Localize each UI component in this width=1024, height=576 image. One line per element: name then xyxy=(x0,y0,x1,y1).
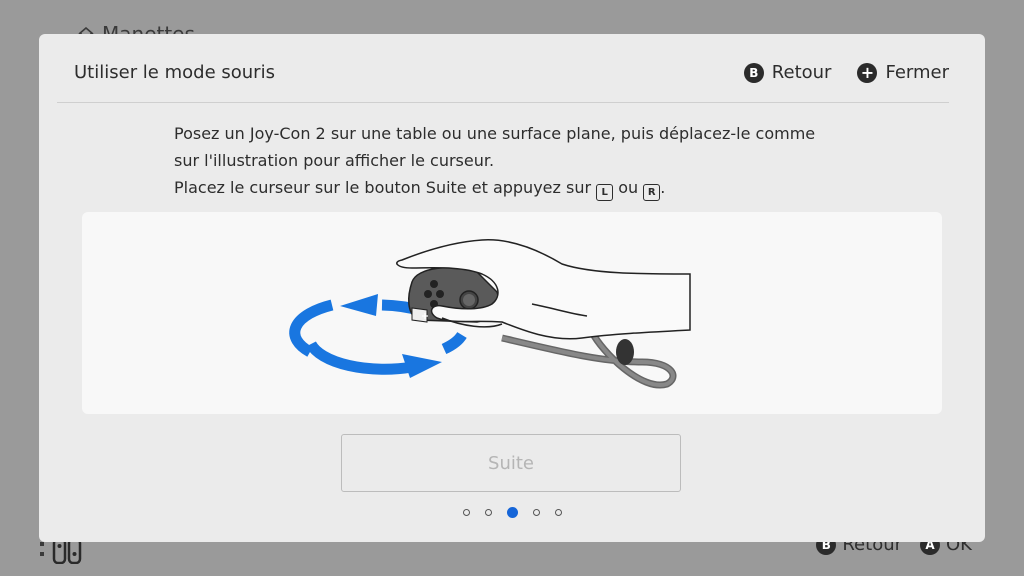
plus-button-icon: + xyxy=(857,62,878,83)
close-label: Fermer xyxy=(885,62,949,83)
dialog-title: Utiliser le mode souris xyxy=(74,62,275,83)
instruction-period: . xyxy=(660,178,666,197)
pagination-dot xyxy=(484,509,492,516)
l-button-icon: L xyxy=(596,184,614,201)
instruction-line-1: Posez un Joy-Con 2 sur une table ou une … xyxy=(174,124,816,143)
dialog-header: Utiliser le mode souris B Retour + Ferme… xyxy=(57,34,949,103)
instruction-line-3: Placez le curseur sur le bouton Suite et… xyxy=(174,174,874,201)
close-button[interactable]: + Fermer xyxy=(857,62,949,83)
instructions: Posez un Joy-Con 2 sur une table ou une … xyxy=(174,120,874,201)
b-button-icon: B xyxy=(743,62,764,83)
r-button-icon: R xyxy=(643,184,661,201)
instruction-line-3-text: Placez le curseur sur le bouton Suite et… xyxy=(174,178,597,197)
pagination-dot-active xyxy=(506,507,518,518)
back-button[interactable]: B Retour xyxy=(743,62,832,83)
pagination-dot xyxy=(554,509,562,516)
instruction-line-2: sur l'illustration pour afficher le curs… xyxy=(174,151,495,170)
mouse-mode-illustration xyxy=(82,212,942,414)
back-label: Retour xyxy=(771,62,832,83)
next-button[interactable]: Suite xyxy=(341,434,681,492)
instruction-or: ou xyxy=(613,178,644,197)
dialog-header-actions: B Retour + Fermer xyxy=(743,62,949,83)
pagination xyxy=(39,507,985,518)
pagination-dot xyxy=(532,509,540,516)
hand-joycon-illustration xyxy=(289,239,691,389)
mouse-mode-dialog: Utiliser le mode souris B Retour + Ferme… xyxy=(39,34,985,542)
pagination-dot xyxy=(462,509,470,516)
